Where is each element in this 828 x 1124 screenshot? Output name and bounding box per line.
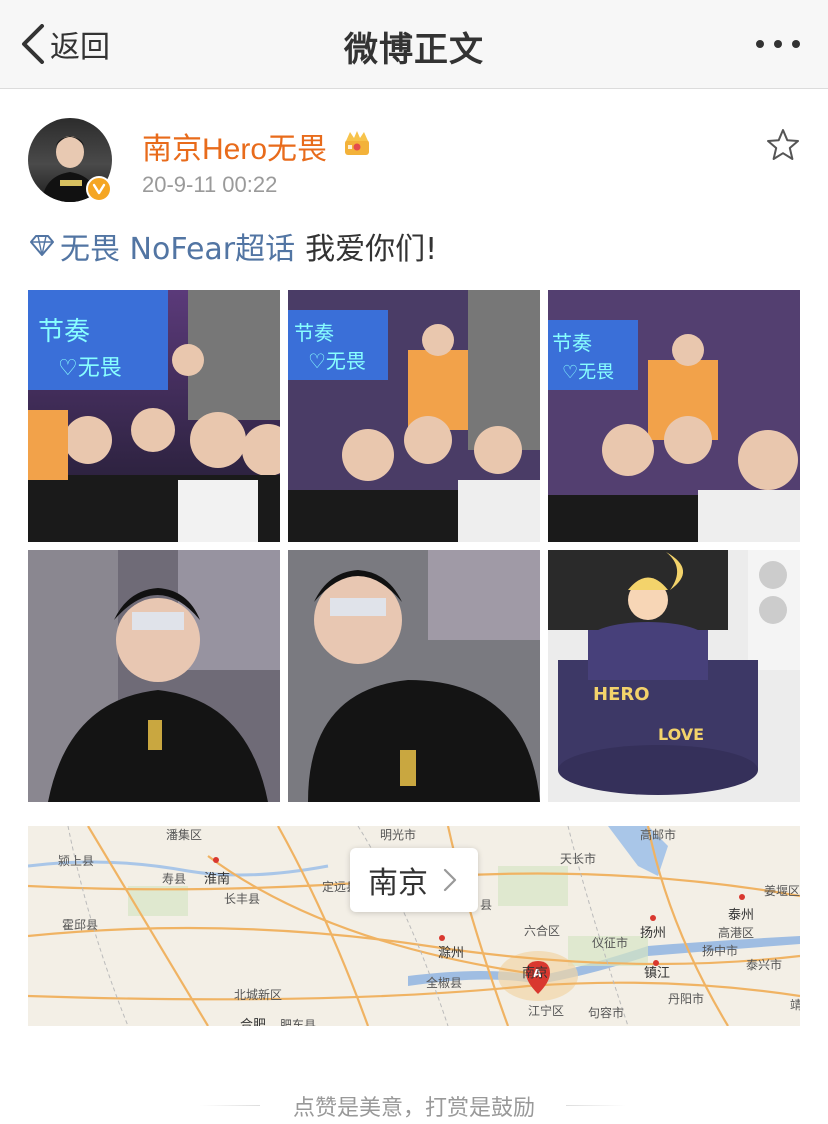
map-label: 南京 (522, 966, 549, 981)
map-label: 全椒县 (426, 976, 463, 990)
svg-text:♡无畏: ♡无畏 (562, 362, 614, 383)
location-card[interactable]: 南京 (350, 848, 478, 912)
svg-text:♡无畏: ♡无畏 (58, 356, 122, 381)
svg-text:LOVE: LOVE (658, 725, 704, 744)
map-label: 明光市 (380, 828, 417, 842)
map-label: 淮南 (204, 872, 231, 887)
verified-v-icon (92, 183, 106, 195)
page-title: 微博正文 (344, 30, 484, 70)
map-label: 寿县 (162, 872, 187, 886)
post-photo[interactable]: HERO LOVE (548, 550, 800, 802)
map-label: 肥东县 (280, 1018, 317, 1026)
map-label: 扬州 (640, 926, 667, 941)
post-photo[interactable]: 节奏 ♡无畏 (548, 290, 800, 542)
favorite-star-icon[interactable] (766, 128, 800, 162)
map-label: 北城新区 (234, 988, 283, 1002)
map-label: 镇江 (644, 966, 671, 981)
map-label: 霍邱县 (62, 918, 99, 932)
map-label: 姜堰区 (764, 884, 800, 898)
map-label: 潘集区 (166, 828, 203, 842)
map-label: 合肥 (240, 1018, 267, 1026)
svg-text:节奏: 节奏 (38, 317, 90, 347)
map-label: 县 (480, 898, 493, 912)
more-dots-icon[interactable] (754, 38, 802, 50)
svg-text:节奏: 节奏 (294, 321, 334, 345)
post-photo[interactable] (288, 550, 540, 802)
svg-text:♡无畏: ♡无畏 (308, 349, 366, 373)
map-label: 扬中市 (702, 944, 739, 958)
map-label: 颍上县 (58, 854, 95, 868)
map-label: 滁州 (438, 946, 465, 961)
chevron-right-icon (443, 868, 457, 892)
map-label: 仪征市 (592, 936, 629, 950)
vip-crown-icon (345, 131, 369, 155)
post-photo[interactable]: 节奏 ♡无畏 (288, 290, 540, 542)
reward-hint: 点赞是美意，打赏是鼓励 (292, 1096, 535, 1121)
map-label: 江宁区 (528, 1004, 565, 1018)
map-label: 句容市 (588, 1006, 625, 1020)
map-label: 泰兴市 (746, 958, 783, 972)
avatar[interactable] (28, 118, 112, 202)
post-text: 无畏 NoFear超话 我爱你们! (28, 224, 437, 268)
post-photo[interactable]: 节奏 ♡无畏 (28, 290, 280, 542)
diamond-icon (30, 235, 54, 256)
post-timestamp: 20-9-11 00:22 (142, 172, 278, 197)
map-label: 丹阳市 (668, 992, 705, 1006)
location-name: 南京 (368, 866, 428, 901)
post-photo[interactable] (28, 550, 280, 802)
topic-link[interactable]: 无畏 NoFear超话 (28, 224, 295, 268)
map-label: 天长市 (560, 852, 597, 866)
nav-bar: 返回 微博正文 (0, 0, 828, 89)
map-label: 长丰县 (224, 892, 261, 906)
topic-label: 无畏 NoFear超话 (60, 232, 296, 267)
verified-badge (86, 176, 112, 202)
divider-right (566, 1105, 626, 1106)
username[interactable]: 南京Hero无畏 (142, 124, 327, 168)
map-label: 六合区 (524, 924, 561, 938)
svg-text:HERO: HERO (593, 684, 650, 705)
map-label: 泰州 (728, 908, 755, 923)
map-label: 高邮市 (640, 828, 677, 842)
map-label: 高港区 (718, 926, 755, 940)
map-label: 靖 (790, 998, 800, 1012)
svg-text:节奏: 节奏 (552, 331, 592, 355)
post-body: 我爱你们! (305, 232, 438, 267)
